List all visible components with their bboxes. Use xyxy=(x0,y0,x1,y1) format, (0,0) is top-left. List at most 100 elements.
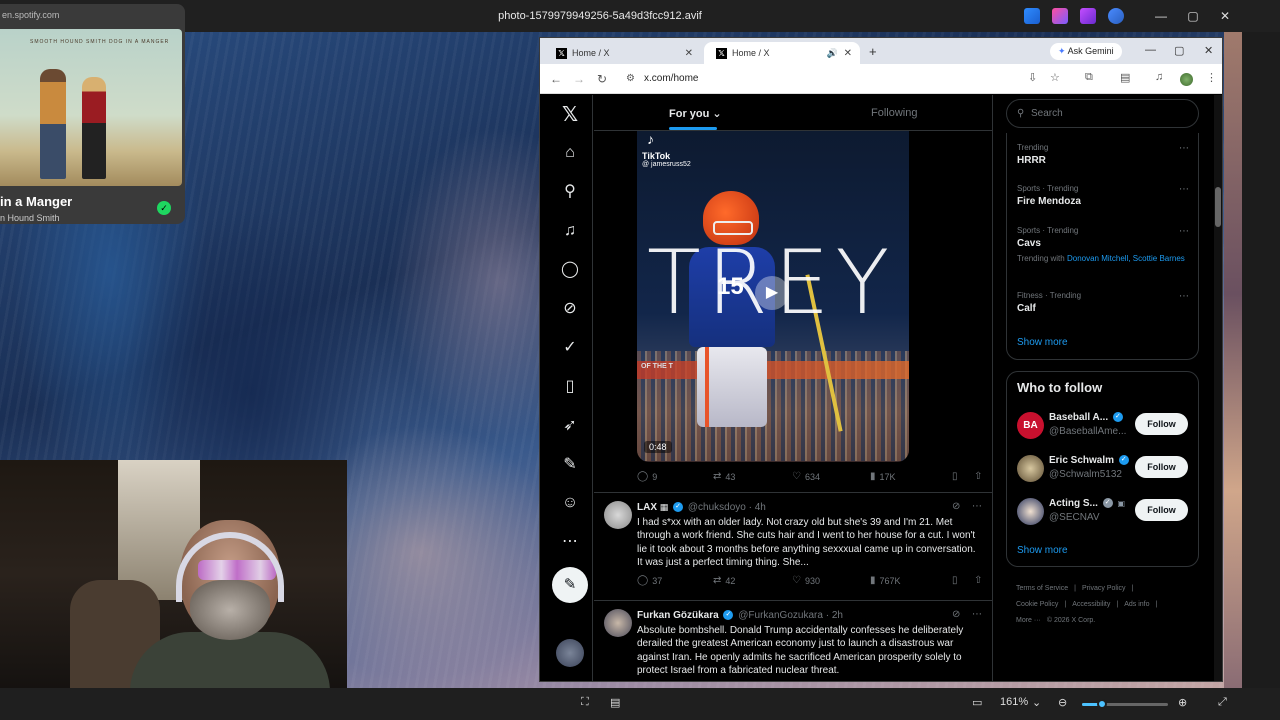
bookmarks-icon[interactable]: ▯ xyxy=(560,377,580,397)
account-avatar[interactable] xyxy=(556,639,584,667)
extensions-icon[interactable]: ⧉ xyxy=(1085,71,1093,84)
home-icon[interactable]: ⌂ xyxy=(560,143,580,163)
follow-suggestion[interactable]: Acting S... ✓ ▣ @SECNAV Follow xyxy=(1017,496,1197,528)
post-avatar[interactable] xyxy=(604,501,632,529)
footer-link[interactable]: Privacy Policy xyxy=(1082,585,1126,592)
browser-minimize-button[interactable]: — xyxy=(1145,44,1156,56)
scrollbar-thumb[interactable] xyxy=(1215,187,1221,227)
close-tab-icon[interactable]: ✕ xyxy=(685,48,693,59)
more-options-icon[interactable]: ⋯ xyxy=(1179,143,1189,154)
zoom-out-icon[interactable]: ⊖ xyxy=(1058,696,1067,709)
track-artist[interactable]: n Hound Smith xyxy=(0,213,60,223)
more-options-icon[interactable]: ⋯ xyxy=(1179,291,1189,302)
reply-button[interactable]: ◯ 9 xyxy=(637,471,657,482)
post-author-handle[interactable]: @FurkanGozukara xyxy=(738,610,823,621)
footer-link[interactable]: Terms of Service xyxy=(1016,585,1068,592)
search-input[interactable]: ⚲ Search xyxy=(1006,99,1199,128)
play-icon[interactable]: ▶ xyxy=(755,276,789,310)
address-bar[interactable]: ⚙ x.com/home xyxy=(620,68,1020,90)
browser-maximize-button[interactable]: ▢ xyxy=(1174,44,1184,57)
post-author-handle[interactable]: @chuksdoyo xyxy=(688,502,746,513)
back-arrow-icon[interactable]: ← xyxy=(550,72,562,86)
articles-icon[interactable]: ✎ xyxy=(560,455,580,475)
tab-following[interactable]: Following xyxy=(871,107,917,119)
jobs-rocket-icon[interactable]: ➶ xyxy=(560,416,580,436)
cloud-icon[interactable] xyxy=(1108,8,1124,24)
post-author-name[interactable]: LAX xyxy=(637,502,657,513)
browser-tab-active[interactable]: 𝕏 Home / X 🔊 ✕ xyxy=(704,42,860,64)
post-time[interactable]: 2h xyxy=(832,610,843,621)
maximize-button[interactable]: ▢ xyxy=(1179,6,1207,26)
footer-link[interactable]: Ads info xyxy=(1124,601,1149,608)
post-author-name[interactable]: Furkan Gözükara xyxy=(637,610,719,621)
trend-item[interactable]: Sports · Trending Fire Mendoza ⋯ xyxy=(1017,184,1197,207)
follow-button[interactable]: Follow xyxy=(1135,413,1188,435)
close-tab-icon[interactable]: ✕ xyxy=(844,48,852,59)
trend-related-links[interactable]: Donovan Mitchell, Scottie Barnes xyxy=(1067,254,1185,263)
views-button[interactable]: ▮ 17K xyxy=(870,471,896,482)
views-button[interactable]: ▮ 767K xyxy=(870,575,901,586)
close-button[interactable]: ✕ xyxy=(1211,6,1239,26)
profile-icon[interactable]: ☺ xyxy=(560,493,580,513)
verified-icon[interactable]: ✓ xyxy=(560,338,580,358)
follow-suggestion[interactable]: BA Baseball A... ✓ @BaseballAme... Follo… xyxy=(1017,410,1197,442)
minimize-button[interactable]: — xyxy=(1147,6,1175,26)
grok-icon[interactable]: ⊘ xyxy=(560,299,580,319)
like-button[interactable]: ♡ 634 xyxy=(792,471,820,482)
media-controls-icon[interactable]: ♫ xyxy=(1155,71,1163,83)
follow-button[interactable]: Follow xyxy=(1135,499,1188,521)
reply-button[interactable]: ◯ 37 xyxy=(637,575,662,586)
edit-icon[interactable] xyxy=(1024,8,1040,24)
bookmark-star-icon[interactable]: ☆ xyxy=(1050,71,1060,84)
grok-icon[interactable]: ⊘ xyxy=(952,609,960,620)
browser-menu-icon[interactable]: ⋮ xyxy=(1206,71,1217,84)
filmstrip-icon[interactable]: ▤ xyxy=(610,696,620,709)
page-scrollbar[interactable] xyxy=(1214,95,1222,681)
x-logo-icon[interactable]: 𝕏 xyxy=(560,105,580,125)
copilot-icon[interactable] xyxy=(1052,8,1068,24)
bookmark-button[interactable]: ▯ xyxy=(952,471,958,482)
more-options-icon[interactable]: ⋯ xyxy=(1179,226,1189,237)
more-icon[interactable]: ⋯ xyxy=(560,532,580,552)
zoom-slider-thumb[interactable] xyxy=(1096,699,1107,709)
grok-icon[interactable]: ⊘ xyxy=(952,501,960,512)
trend-item[interactable]: Trending HRRR ⋯ xyxy=(1017,143,1197,166)
browser-tab[interactable]: 𝕏 Home / X ✕ xyxy=(544,42,701,64)
search-icon[interactable]: ⚲ xyxy=(560,182,580,202)
footer-link[interactable]: More ··· xyxy=(1016,617,1041,624)
profile-avatar[interactable] xyxy=(1180,73,1193,86)
chevron-down-icon[interactable]: ⌄ xyxy=(1032,696,1041,709)
spotify-miniplayer[interactable]: en.spotify.com SMOOTH HOUND SMITH DOG IN… xyxy=(0,4,185,224)
show-more-suggestions-link[interactable]: Show more xyxy=(1017,545,1068,556)
more-options-icon[interactable]: ⋯ xyxy=(972,501,982,512)
designer-icon[interactable] xyxy=(1080,8,1096,24)
ask-gemini-button[interactable]: ✦ Ask Gemini xyxy=(1050,43,1122,60)
fullscreen-icon[interactable]: ⤢ xyxy=(1218,696,1227,709)
fit-to-window-icon[interactable]: ▭ xyxy=(972,696,982,709)
zoom-in-icon[interactable]: ⊕ xyxy=(1178,696,1187,709)
share-button[interactable]: ⇧ xyxy=(974,471,982,482)
post[interactable]: Furkan Gözükara ✓ @FurkanGozukara · 2h ⊘… xyxy=(594,600,992,681)
sidebar-icon[interactable]: ▤ xyxy=(1120,71,1130,84)
suggestion-avatar[interactable] xyxy=(1017,455,1044,482)
post-time[interactable]: 4h xyxy=(755,502,766,513)
follow-suggestion[interactable]: Eric Schwalm ✓ @Schwalm5132 Follow xyxy=(1017,453,1197,485)
post-avatar[interactable] xyxy=(604,609,632,637)
crop-icon[interactable]: ⛶ xyxy=(581,696,589,709)
like-button[interactable]: ♡ 930 xyxy=(792,575,820,586)
bookmark-button[interactable]: ▯ xyxy=(952,575,958,586)
more-options-icon[interactable]: ⋯ xyxy=(972,609,982,620)
messages-icon[interactable]: ◯ xyxy=(560,260,580,280)
reload-icon[interactable]: ↻ xyxy=(597,72,607,86)
zoom-slider[interactable] xyxy=(1082,699,1168,709)
share-button[interactable]: ⇧ xyxy=(974,575,982,586)
follow-button[interactable]: Follow xyxy=(1135,456,1188,478)
tab-for-you[interactable]: For you ⌄ xyxy=(669,107,722,120)
show-more-trends-link[interactable]: Show more xyxy=(1017,337,1068,348)
repost-button[interactable]: ⇄ 42 xyxy=(713,575,735,586)
notifications-bell-icon[interactable]: ♫ xyxy=(560,221,580,241)
site-info-icon[interactable]: ⚙ xyxy=(626,68,635,90)
suggestion-avatar[interactable] xyxy=(1017,498,1044,525)
trend-item[interactable]: Fitness · Trending Calf ⋯ xyxy=(1017,291,1197,314)
install-app-icon[interactable]: ⇩ xyxy=(1028,71,1037,84)
